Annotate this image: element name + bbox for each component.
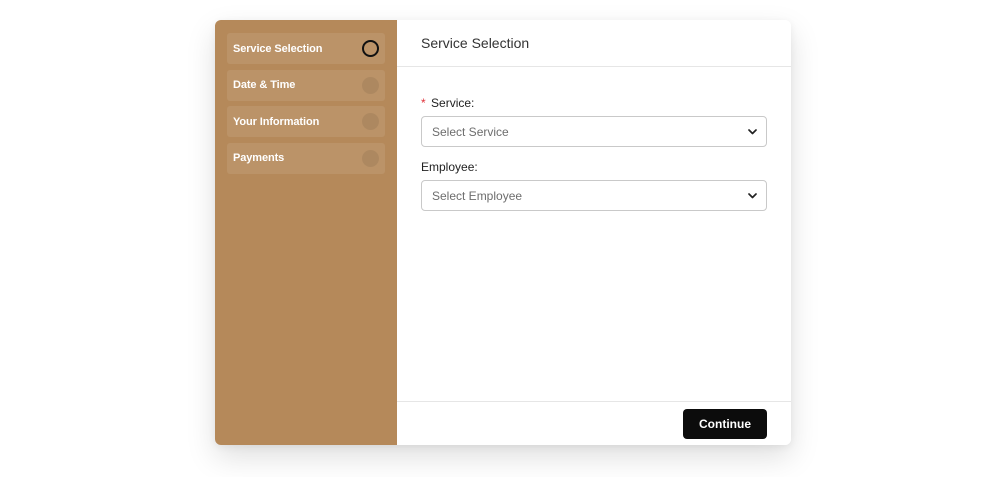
main-panel: Service Selection * Service: Select Serv… — [397, 20, 791, 445]
employee-field: Employee: Select Employee — [421, 160, 767, 211]
service-label: * Service: — [421, 96, 767, 110]
booking-widget: Service Selection Date & Time Your Infor… — [215, 20, 791, 445]
step-service-selection[interactable]: Service Selection — [227, 33, 385, 64]
step-dot-icon — [362, 149, 379, 167]
step-dot-icon — [362, 76, 379, 94]
panel-header: Service Selection — [397, 20, 791, 67]
step-your-information[interactable]: Your Information — [227, 106, 385, 137]
required-marker: * — [421, 96, 426, 110]
chevron-down-icon — [748, 192, 757, 199]
step-label: Your Information — [233, 115, 320, 128]
employee-select[interactable]: Select Employee — [421, 180, 767, 211]
steps-sidebar: Service Selection Date & Time Your Infor… — [215, 20, 397, 445]
chevron-down-icon — [748, 128, 757, 135]
step-label: Date & Time — [233, 79, 296, 91]
step-active-ring-icon — [362, 40, 379, 57]
service-select-value: Select Service — [432, 124, 509, 139]
page-title: Service Selection — [421, 35, 530, 51]
step-dot-icon — [362, 113, 379, 130]
service-select[interactable]: Select Service — [421, 116, 767, 147]
employee-select-value: Select Employee — [432, 188, 523, 203]
continue-button[interactable]: Continue — [683, 409, 767, 439]
step-payments[interactable]: Payments — [227, 142, 385, 174]
step-date-time[interactable]: Date & Time — [227, 69, 385, 101]
employee-label: Employee: — [421, 160, 478, 174]
panel-footer: Continue — [397, 401, 791, 445]
service-label-text: Service: — [431, 96, 475, 110]
step-label: Service Selection — [233, 42, 323, 55]
step-label: Payments — [233, 152, 285, 164]
service-field: * Service: Select Service — [421, 96, 767, 147]
